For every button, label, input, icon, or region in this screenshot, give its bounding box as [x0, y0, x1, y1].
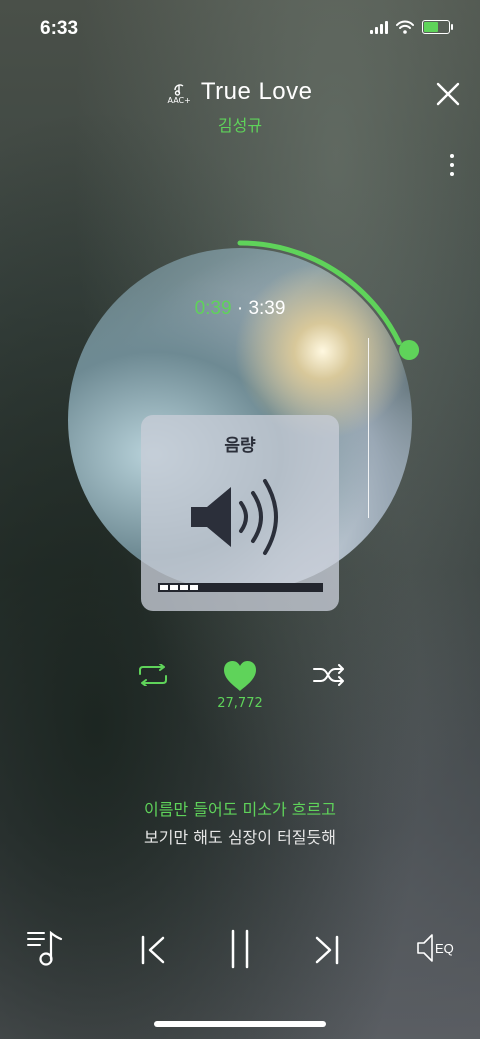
total-time: 3:39 — [248, 298, 286, 319]
progress-knob — [399, 340, 420, 361]
wifi-icon — [396, 20, 414, 34]
time-separator: · — [236, 298, 244, 319]
status-icons — [370, 20, 453, 34]
next-icon[interactable] — [312, 935, 342, 965]
eq-button[interactable]: EQ — [416, 933, 454, 963]
volume-hud: 음량 — [141, 415, 339, 611]
volume-segment — [180, 585, 188, 590]
bottom-bar: EQ — [0, 925, 480, 975]
more-icon[interactable] — [450, 154, 454, 176]
volume-segment — [170, 585, 178, 590]
pause-icon[interactable] — [228, 929, 252, 969]
home-indicator[interactable] — [154, 1021, 326, 1027]
quality-badge: AAC+ — [167, 96, 191, 105]
lyric-current-line: 이름만 들어도 미소가 흐르고 — [144, 800, 336, 819]
status-time: 6:33 — [40, 18, 79, 39]
prev-icon[interactable] — [138, 935, 168, 965]
progress-arc — [237, 240, 402, 346]
shuffle-icon[interactable] — [312, 664, 346, 686]
playlist-icon[interactable] — [26, 929, 66, 967]
time-display: 0:39 · 3:39 — [68, 298, 412, 320]
signal-icon — [370, 20, 388, 34]
heart-icon[interactable] — [222, 660, 258, 692]
volume-icon — [191, 479, 278, 555]
song-title: True Love — [200, 78, 313, 105]
volume-level-bar — [158, 583, 323, 592]
now-playing-header: AAC+ True Love 김성규 — [0, 78, 480, 136]
close-icon[interactable] — [436, 82, 460, 106]
lyric-next-line: 보기만 해도 심장이 터질듯해 — [144, 828, 336, 847]
volume-segment — [190, 585, 198, 590]
volume-segment — [160, 585, 168, 590]
volume-label: 음량 — [224, 436, 256, 456]
current-time: 0:39 — [194, 298, 232, 319]
eq-label: EQ — [435, 940, 454, 956]
aac-icon: AAC+ — [168, 81, 191, 105]
like-count: 27,772 — [217, 696, 263, 711]
battery-icon — [422, 20, 453, 34]
repeat-icon[interactable] — [136, 664, 170, 686]
eq-icon — [417, 934, 433, 962]
lyrics[interactable]: 이름만 들어도 미소가 흐르고 보기만 해도 심장이 터질듯해 — [0, 796, 480, 852]
artist-name[interactable]: 김성규 — [0, 112, 480, 136]
